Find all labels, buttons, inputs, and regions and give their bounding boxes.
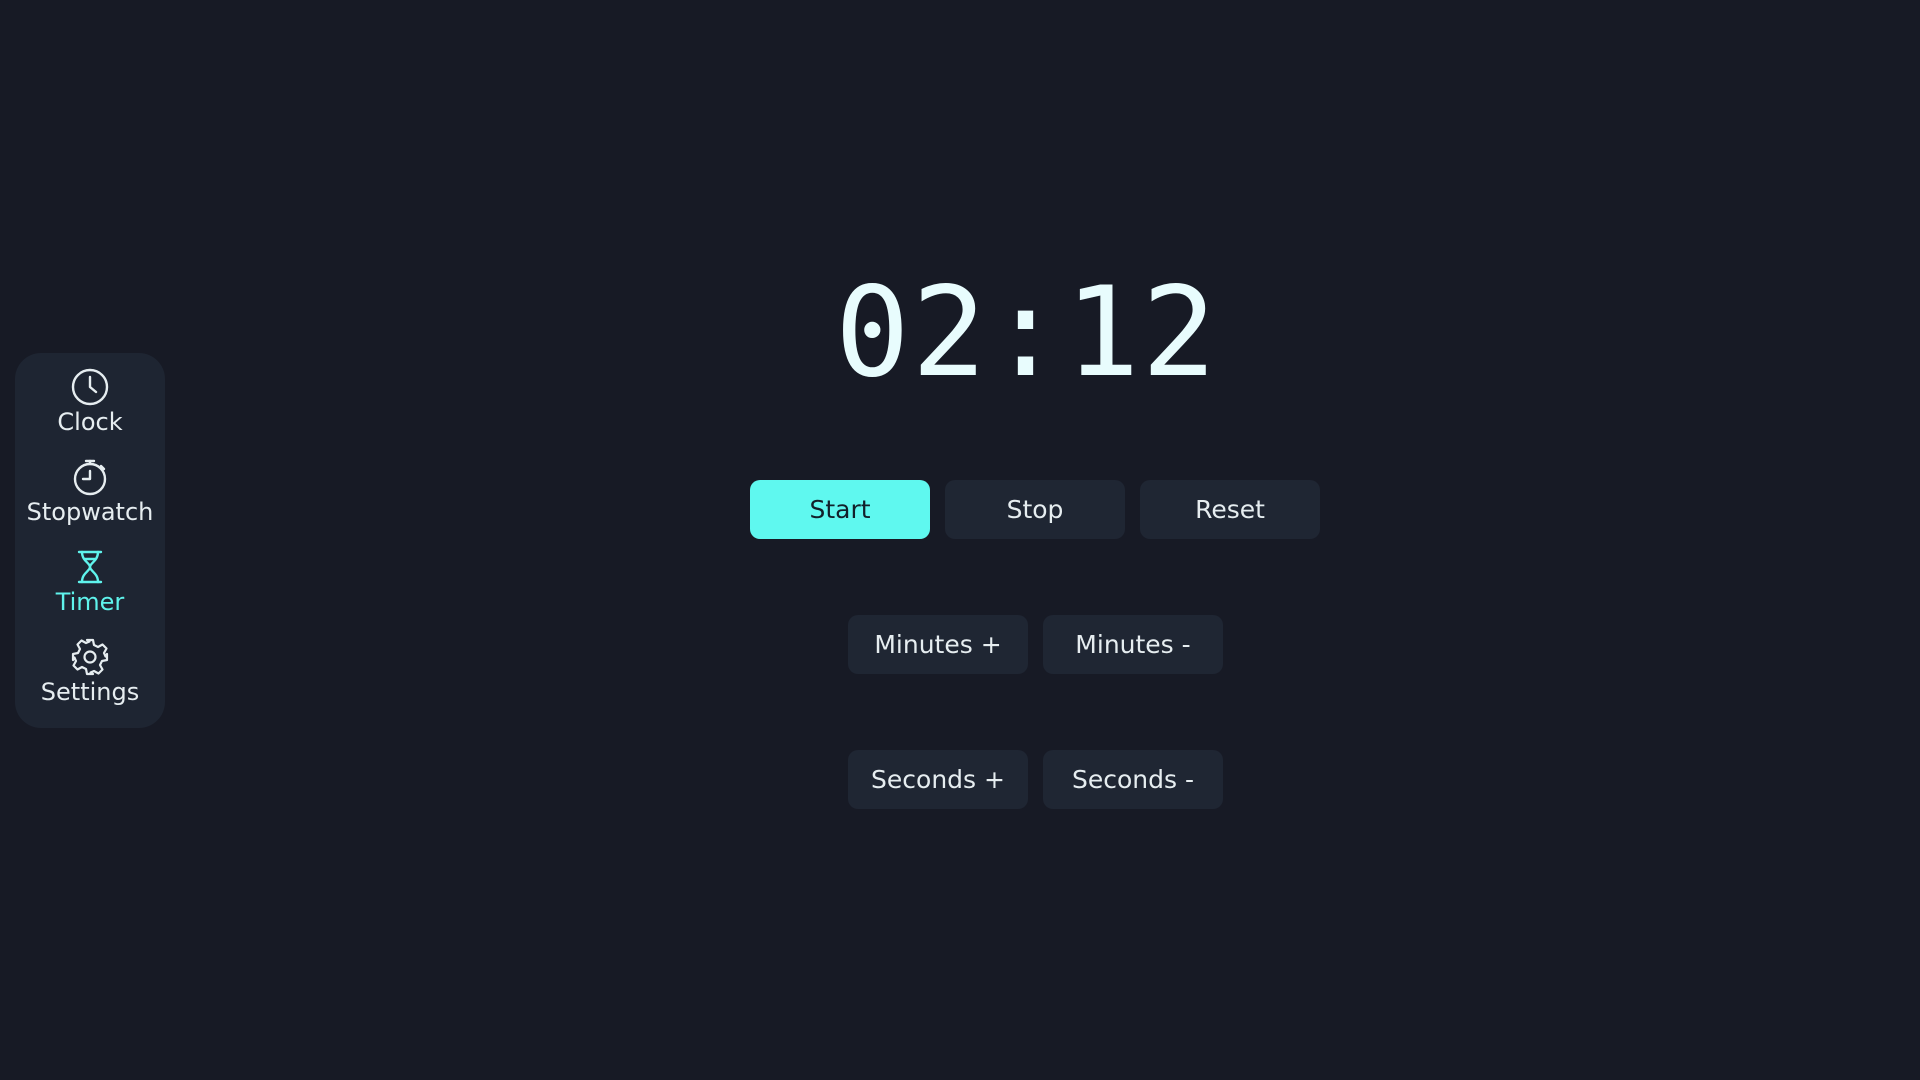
timer-display: 02:12 <box>835 261 1219 405</box>
reset-button[interactable]: Reset <box>1140 480 1320 539</box>
sidebar-item-label: Stopwatch <box>26 498 154 526</box>
gear-icon <box>70 637 110 677</box>
hourglass-icon <box>70 547 110 587</box>
sidebar-item-clock[interactable]: Clock <box>15 367 165 457</box>
sidebar-item-label: Clock <box>57 408 123 436</box>
minutes-plus-button[interactable]: Minutes + <box>848 615 1028 674</box>
sidebar-nav: Clock Stopwatch Timer Settings <box>15 353 165 728</box>
sidebar-item-settings[interactable]: Settings <box>15 637 165 727</box>
stop-button[interactable]: Stop <box>945 480 1125 539</box>
clock-icon <box>70 367 110 407</box>
sidebar-item-label: Timer <box>55 588 125 616</box>
sidebar-item-timer[interactable]: Timer <box>15 547 165 637</box>
seconds-minus-button[interactable]: Seconds - <box>1043 750 1223 809</box>
start-button[interactable]: Start <box>750 480 930 539</box>
stopwatch-icon <box>70 457 110 497</box>
sidebar-item-label: Settings <box>40 678 140 706</box>
sidebar-item-stopwatch[interactable]: Stopwatch <box>15 457 165 547</box>
seconds-plus-button[interactable]: Seconds + <box>848 750 1028 809</box>
minutes-minus-button[interactable]: Minutes - <box>1043 615 1223 674</box>
